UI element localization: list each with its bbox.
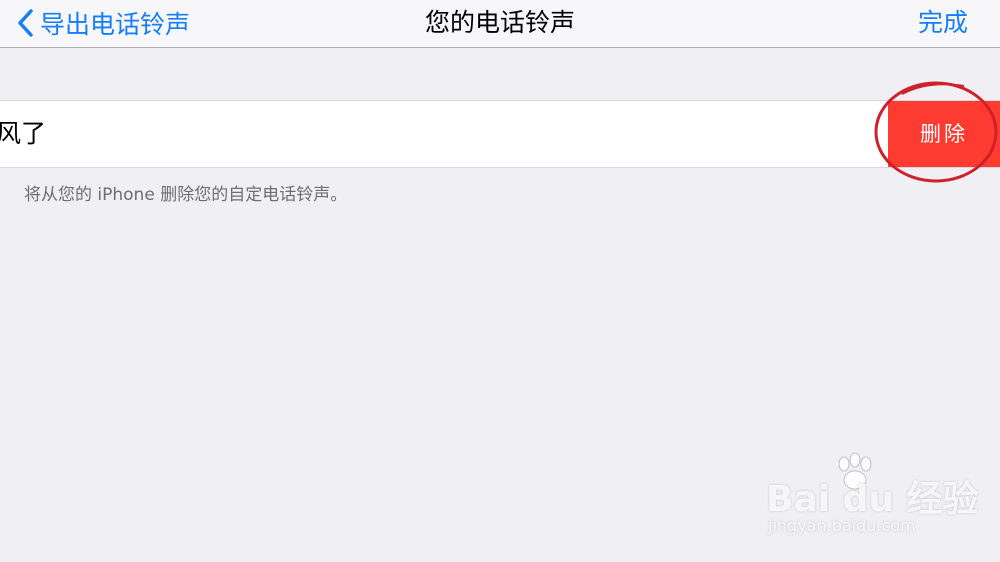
done-button[interactable]: 完成 <box>918 4 968 42</box>
ringtone-list-item[interactable]: 风了 删除 <box>0 100 1000 168</box>
ringtone-name: 风了 <box>0 119 47 148</box>
page-title: 您的电话铃声 <box>424 8 575 37</box>
watermark-brand: Bai du 经验 <box>766 479 979 520</box>
baidu-jingyan-watermark: Bai du 经验 jingyan.baidu.com <box>760 448 979 548</box>
delete-button[interactable]: 删除 <box>888 101 1000 167</box>
delete-footer-note: 将从您的 iPhone 删除您的自定电话铃声。 <box>24 185 348 205</box>
paw-icon <box>838 452 872 490</box>
navigation-bar: 导出电话铃声 您的电话铃声 完成 <box>0 0 1000 48</box>
watermark-url: jingyan.baidu.com <box>768 516 916 535</box>
